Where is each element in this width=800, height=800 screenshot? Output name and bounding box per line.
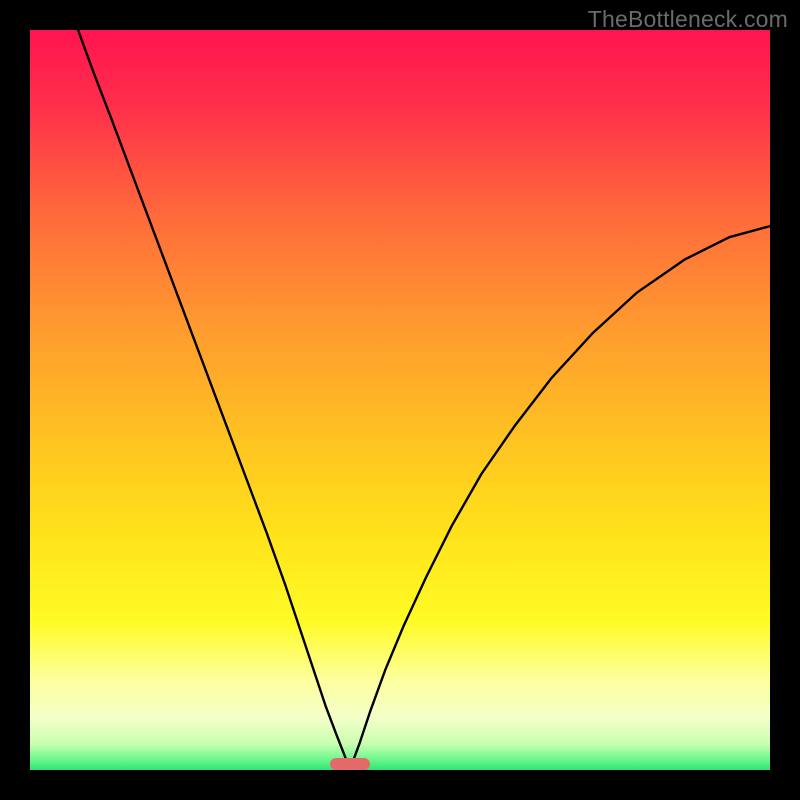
- optimal-region-marker: [330, 758, 371, 770]
- bottleneck-curve: [30, 30, 770, 770]
- curve-left-branch: [78, 30, 350, 770]
- watermark-label: TheBottleneck.com: [588, 6, 788, 33]
- curve-right-branch: [350, 226, 770, 770]
- plot-area: [30, 30, 770, 770]
- chart-frame: TheBottleneck.com: [0, 0, 800, 800]
